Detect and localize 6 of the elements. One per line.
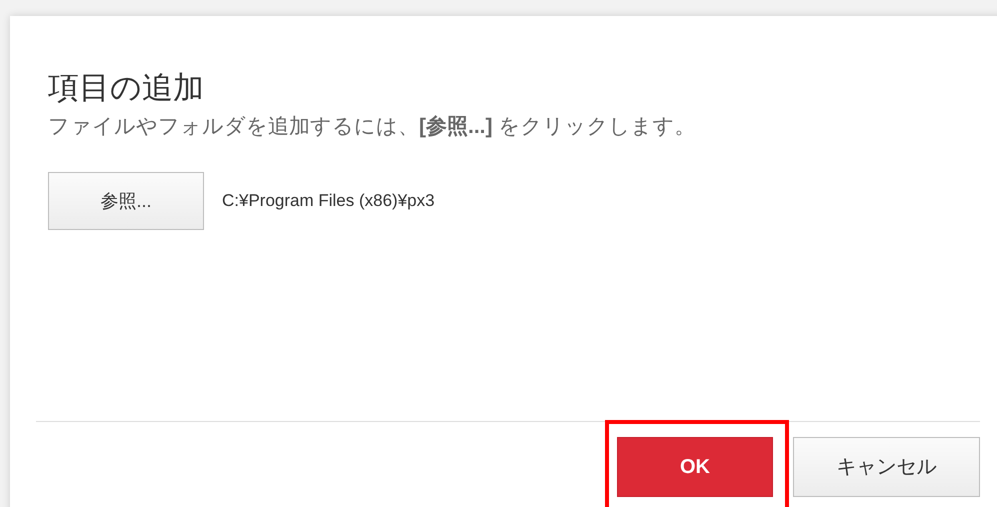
ok-button[interactable]: OK xyxy=(617,437,773,497)
path-text: C:¥Program Files (x86)¥px3 xyxy=(222,190,435,212)
dialog-description: ファイルやフォルダを追加するには、[参照...] をクリックします。 xyxy=(48,114,696,140)
browse-button[interactable]: 参照... xyxy=(48,172,204,230)
cancel-button[interactable]: キャンセル xyxy=(793,437,980,497)
dialog-title: 項目の追加 xyxy=(48,69,205,107)
